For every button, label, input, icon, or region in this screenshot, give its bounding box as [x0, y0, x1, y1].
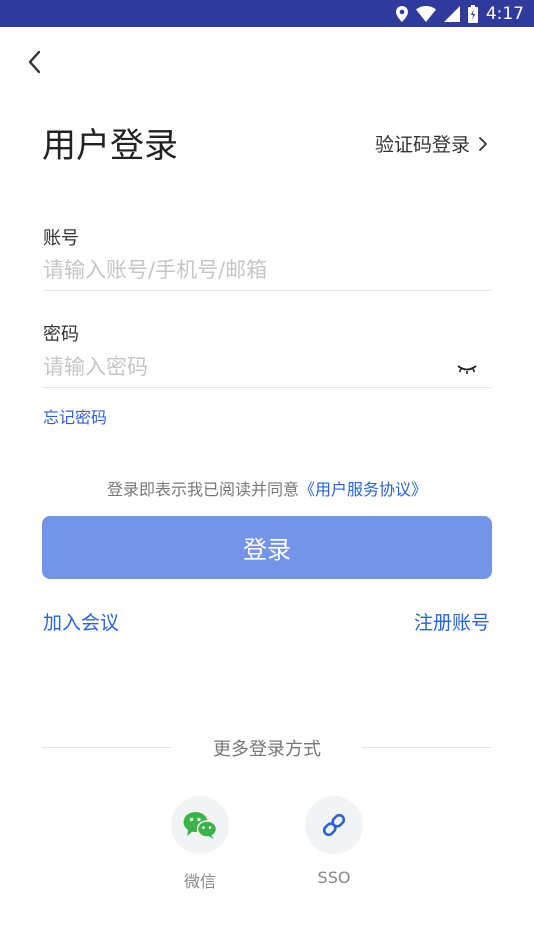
forgot-password-link[interactable]: 忘记密码	[43, 404, 107, 428]
location-icon	[395, 5, 408, 22]
sso-icon-circle	[305, 796, 363, 854]
page-title: 用户登录	[42, 126, 178, 166]
signal-icon	[443, 5, 460, 22]
status-time: 4:17	[485, 3, 524, 24]
verification-code-login-label: 验证码登录	[374, 134, 470, 156]
verification-code-login-link[interactable]: 验证码登录	[375, 130, 488, 157]
account-input[interactable]	[43, 250, 491, 291]
status-bar: 4:17	[0, 0, 534, 27]
wifi-icon	[415, 5, 436, 22]
chevron-left-icon	[28, 50, 41, 74]
register-account-link[interactable]: 注册账号	[414, 608, 490, 635]
login-button[interactable]: 登录	[42, 516, 492, 579]
more-login-title: 更多登录方式	[213, 739, 321, 760]
user-agreement-link[interactable]: 《用户服务协议》	[299, 480, 427, 499]
back-button[interactable]	[22, 48, 50, 76]
wechat-icon-circle	[171, 796, 229, 854]
agreement-prefix: 登录即表示我已阅读并同意	[106, 480, 299, 499]
more-login-divider: 更多登录方式	[42, 735, 492, 760]
divider-line-right	[362, 747, 492, 748]
agreement-text: 登录即表示我已阅读并同意《用户服务协议》	[0, 476, 534, 500]
battery-icon	[467, 4, 478, 23]
sso-login-button[interactable]: SSO	[304, 796, 364, 887]
chevron-right-icon	[479, 136, 487, 151]
sso-label: SSO	[317, 868, 351, 887]
link-icon	[322, 813, 346, 837]
account-label: 账号	[43, 228, 79, 249]
password-input[interactable]	[43, 347, 491, 388]
join-meeting-link[interactable]: 加入会议	[43, 608, 119, 635]
wechat-label: 微信	[183, 872, 216, 891]
toggle-password-visibility-button[interactable]	[456, 360, 478, 374]
wechat-login-button[interactable]: 微信	[170, 796, 230, 892]
wechat-icon	[183, 812, 217, 839]
password-label: 密码	[43, 324, 79, 345]
eye-closed-icon	[457, 365, 477, 374]
